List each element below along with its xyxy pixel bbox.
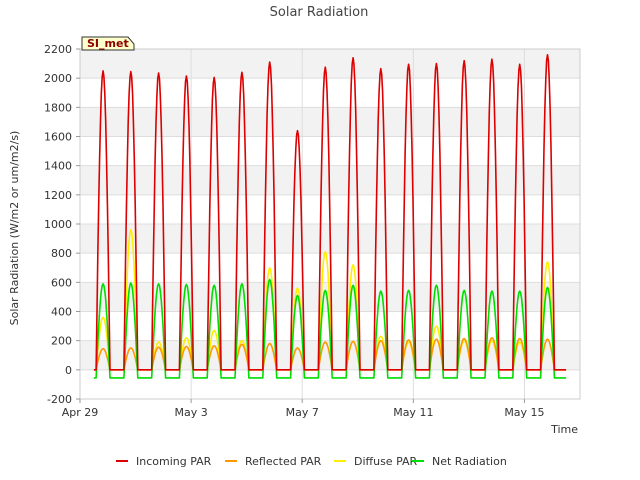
legend-label-diffuse-par: Diffuse PAR	[354, 455, 418, 468]
y-tick-label: 400	[51, 306, 72, 319]
x-tick-label: May 3	[174, 406, 207, 419]
y-tick-label: 0	[65, 364, 72, 377]
site-label-badge: SI_met	[81, 36, 135, 51]
legend: Incoming PAR Reflected PAR Diffuse PAR Net …	[116, 455, 507, 468]
y-tick-label: 1000	[44, 218, 72, 231]
legend-label-reflected-par: Reflected PAR	[245, 455, 322, 468]
y-axis-label: Solar Radiation (W/m2 or um/m2/s)	[8, 131, 21, 326]
chart-title: Solar Radiation	[270, 5, 369, 20]
y-tick-label: 200	[51, 335, 72, 348]
solar-radiation-chart: Solar Radiation -200 0 200 400 600 800 1000 120…	[8, 5, 581, 468]
x-tick-label: May 15	[504, 406, 544, 419]
legend-label-net-radiation: Net Radiation	[432, 455, 507, 468]
x-tick-label: Apr 29	[62, 406, 99, 419]
y-tick-label: -200	[47, 393, 72, 406]
y-tick-label: 2000	[44, 72, 72, 85]
y-tick-label: 1600	[44, 131, 72, 144]
y-tick-label: 2200	[44, 43, 72, 56]
y-axis-ticks: -200 0 200 400 600 800 1000 1200 1400 1600 1800 200…	[44, 43, 80, 406]
x-tick-label: May 7	[286, 406, 319, 419]
legend-label-incoming-par: Incoming PAR	[136, 455, 212, 468]
x-tick-label: May 11	[393, 406, 433, 419]
x-axis-ticks: Apr 29 May 3 May 7 May 11 May 15	[62, 399, 545, 419]
y-tick-label: 600	[51, 276, 72, 289]
y-tick-label: 1400	[44, 160, 72, 173]
plot-band	[80, 49, 580, 79]
y-tick-label: 800	[51, 247, 72, 260]
site-label-text: SI_met	[87, 37, 129, 50]
x-axis-label: Time	[550, 423, 578, 436]
plot-band	[80, 369, 580, 399]
y-tick-label: 1800	[44, 101, 72, 114]
y-tick-label: 1200	[44, 189, 72, 202]
plot-band	[80, 78, 580, 108]
